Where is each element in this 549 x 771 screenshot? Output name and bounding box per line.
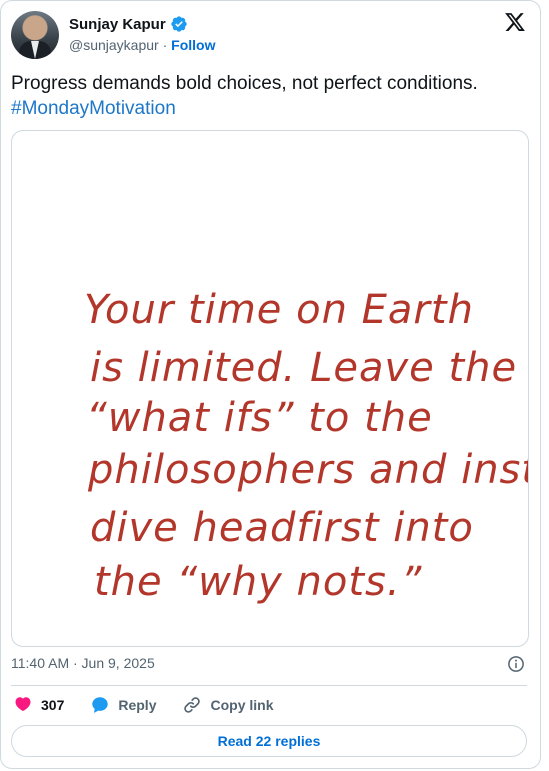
quote-line: the “why nots.”	[94, 559, 422, 605]
handwritten-quote: Your time on Earth is limited. Leave the…	[84, 287, 528, 605]
tweet-image[interactable]: Your time on Earth is limited. Leave the…	[11, 130, 529, 647]
hashtag-link[interactable]: #MondayMotivation	[11, 96, 531, 121]
avatar[interactable]	[11, 11, 59, 59]
speech-bubble-icon	[92, 697, 109, 713]
tweet-body: Progress demands bold choices, not perfe…	[11, 73, 478, 94]
author-name-row: Sunjay Kapur	[69, 15, 188, 33]
action-bar: 307 Reply Copy link	[13, 695, 300, 715]
author-name[interactable]: Sunjay Kapur	[69, 16, 166, 33]
quote-line: is limited. Leave the	[90, 345, 517, 391]
tweet-meta: 11:40 AM · Jun 9, 2025	[11, 655, 527, 675]
reply-button[interactable]: Reply	[90, 695, 156, 715]
quote-line: dive headfirst into	[90, 505, 474, 551]
tweet-text: Progress demands bold choices, not perfe…	[11, 71, 531, 121]
quote-line: philosophers and instead	[87, 447, 528, 493]
handle-separator: ·	[158, 37, 172, 53]
link-icon	[184, 697, 201, 713]
info-circle-icon[interactable]	[507, 655, 525, 673]
tweet-header: Sunjay Kapur @sunjaykapur · Follow	[11, 11, 530, 61]
like-count: 307	[41, 697, 65, 713]
divider	[11, 685, 527, 686]
author-handle-row: @sunjaykapur · Follow	[69, 37, 215, 53]
heart-icon	[15, 697, 31, 712]
x-logo-icon[interactable]	[504, 11, 526, 33]
follow-button[interactable]: Follow	[171, 37, 215, 53]
like-button[interactable]: 307	[13, 695, 64, 715]
timestamp[interactable]: 11:40 AM · Jun 9, 2025	[11, 655, 155, 671]
read-replies-button[interactable]: Read 22 replies	[11, 725, 527, 757]
reply-label: Reply	[118, 697, 157, 713]
quote-line: “what ifs” to the	[86, 395, 433, 441]
tweet-embed-card: Sunjay Kapur @sunjaykapur · Follow Progr…	[0, 0, 541, 769]
copy-link-button[interactable]: Copy link	[182, 695, 274, 715]
author-handle[interactable]: @sunjaykapur	[69, 37, 159, 53]
quote-line: Your time on Earth	[84, 287, 474, 333]
verified-badge-icon	[171, 16, 187, 32]
copy-link-label: Copy link	[210, 697, 274, 713]
